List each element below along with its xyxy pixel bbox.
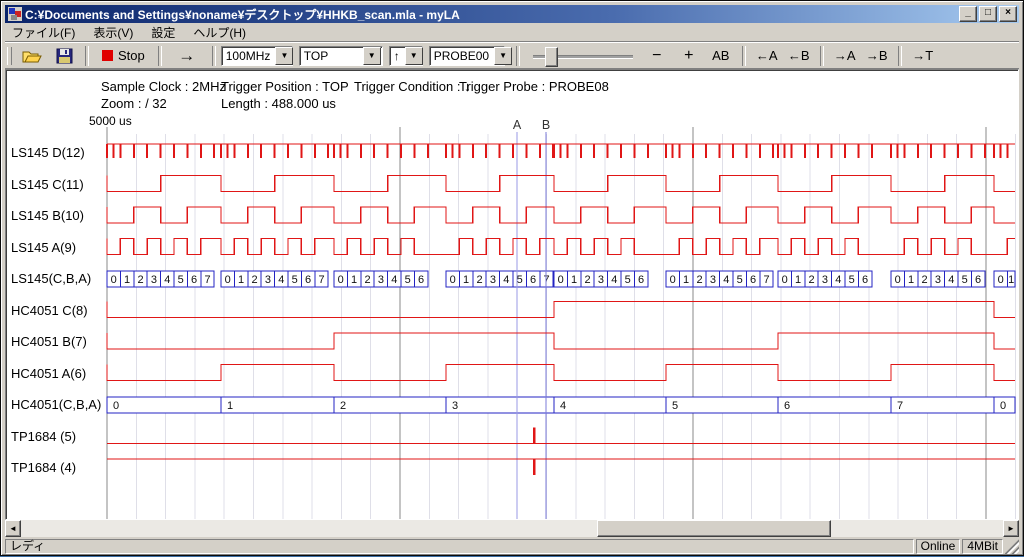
horizontal-scrollbar[interactable]: ◄ ► (5, 520, 1019, 537)
scroll-left-button[interactable]: ◄ (5, 520, 21, 537)
stop-label: Stop (118, 48, 145, 63)
title-bar[interactable]: C:¥Documents and Settings¥noname¥デスクトップ¥… (5, 5, 1019, 23)
status-message: レディ (5, 539, 914, 554)
channel-label-tp1684-4[interactable]: TP1684 (4) (11, 460, 76, 476)
channel-label-ls145-a9[interactable]: LS145 A(9) (11, 240, 76, 256)
trigger-position-select[interactable]: TOP ▼ (299, 46, 383, 66)
memory-size-badge: 4MBit (962, 539, 1003, 554)
channel-label-hc4051-c8[interactable]: HC4051 C(8) (11, 303, 88, 319)
channel-label-ls145-bus[interactable]: LS145(C,B,A) (11, 271, 91, 287)
toolbar: Stop → 100MHz ▼ TOP ▼ ↑ ▼ PROBE00 ▼ − + … (5, 43, 1019, 69)
app-icon (8, 7, 22, 21)
toolbar-separator (212, 46, 216, 66)
status-bar: レディ Online 4MBit (5, 539, 1019, 554)
set-cursor-b-button[interactable]: →B (861, 45, 893, 67)
zoom-slider[interactable] (533, 46, 633, 66)
channel-label-hc4051-a6[interactable]: HC4051 A(6) (11, 366, 86, 382)
waveform-client-area[interactable] (5, 69, 1019, 520)
window-title: C:¥Documents and Settings¥noname¥デスクトップ¥… (25, 6, 957, 23)
scrollbar-thumb[interactable] (597, 520, 831, 537)
zoom-out-button[interactable]: − (641, 45, 673, 67)
resize-grip[interactable] (1005, 539, 1019, 554)
chevron-down-icon[interactable]: ▼ (275, 47, 293, 65)
ab-range-button[interactable]: AB (705, 45, 737, 67)
app-window: C:¥Documents and Settings¥noname¥デスクトップ¥… (0, 0, 1024, 556)
goto-cursor-b-button[interactable]: ←B (783, 45, 815, 67)
close-button[interactable]: × (999, 6, 1017, 22)
trigger-position-readout: Trigger Position : TOP (221, 79, 349, 94)
probe-select[interactable]: PROBE00 ▼ (429, 46, 505, 66)
zoom-readout: Zoom : / 32 (101, 96, 167, 111)
save-floppy-icon (56, 48, 73, 64)
minimize-button[interactable]: _ (959, 6, 977, 22)
channel-label-ls145-c11[interactable]: LS145 C(11) (11, 177, 84, 193)
menu-help[interactable]: ヘルプ(H) (186, 22, 253, 43)
toolbar-grip[interactable] (7, 47, 12, 65)
trigger-condition-readout: Trigger Condition : ↓ (354, 79, 471, 94)
trigger-edge-select[interactable]: ↑ ▼ (389, 46, 423, 66)
goto-cursor-a-button[interactable]: ←A (751, 45, 783, 67)
toolbar-separator (820, 46, 824, 66)
trigger-probe-readout: Trigger Probe : PROBE08 (459, 79, 609, 94)
toolbar-separator (742, 46, 746, 66)
toolbar-separator (898, 46, 902, 66)
length-readout: Length : 488.000 us (221, 96, 336, 111)
trigger-position-value: TOP (300, 49, 362, 63)
zoom-slider-thumb[interactable] (545, 47, 558, 67)
timebase-label: 5000 us (89, 114, 132, 128)
chevron-down-icon[interactable]: ▼ (363, 47, 381, 65)
channel-label-hc4051-b7[interactable]: HC4051 B(7) (11, 334, 87, 350)
scroll-right-button[interactable]: ► (1003, 520, 1019, 537)
toolbar-separator (85, 46, 89, 66)
menu-settings[interactable]: 設定 (144, 22, 182, 43)
stop-button[interactable]: Stop (94, 45, 153, 67)
menu-bar: ファイル(F)表示(V)設定ヘルプ(H) (5, 23, 1019, 42)
menu-view[interactable]: 表示(V) (86, 22, 140, 43)
open-button[interactable] (16, 45, 48, 67)
sample-rate-select[interactable]: 100MHz ▼ (221, 46, 293, 66)
online-status-badge: Online (916, 539, 961, 554)
channel-label-hc4051-bus[interactable]: HC4051(C,B,A) (11, 397, 101, 413)
menu-file[interactable]: ファイル(F) (5, 22, 82, 43)
sample-clock-readout: Sample Clock : 2MHz (101, 79, 226, 94)
sample-rate-value: 100MHz (222, 49, 275, 63)
channel-label-ls145-b10[interactable]: LS145 B(10) (11, 208, 84, 224)
set-cursor-a-button[interactable]: →A (829, 45, 861, 67)
run-button[interactable]: → (167, 45, 207, 67)
trigger-edge-value: ↑ (390, 49, 404, 63)
stop-icon (102, 50, 113, 61)
probe-value: PROBE00 (430, 49, 493, 63)
zoom-in-button[interactable]: + (673, 45, 705, 67)
maximize-button[interactable]: □ (979, 6, 997, 22)
channel-label-ls145-d12[interactable]: LS145 D(12) (11, 145, 85, 161)
toolbar-separator (516, 46, 520, 66)
chevron-down-icon[interactable]: ▼ (405, 47, 423, 65)
save-button[interactable] (48, 45, 80, 67)
chevron-down-icon[interactable]: ▼ (494, 47, 512, 65)
goto-trigger-button[interactable]: →T (907, 45, 939, 67)
open-folder-icon (22, 48, 42, 64)
toolbar-separator (158, 46, 162, 66)
channel-label-tp1684-5[interactable]: TP1684 (5) (11, 429, 76, 445)
